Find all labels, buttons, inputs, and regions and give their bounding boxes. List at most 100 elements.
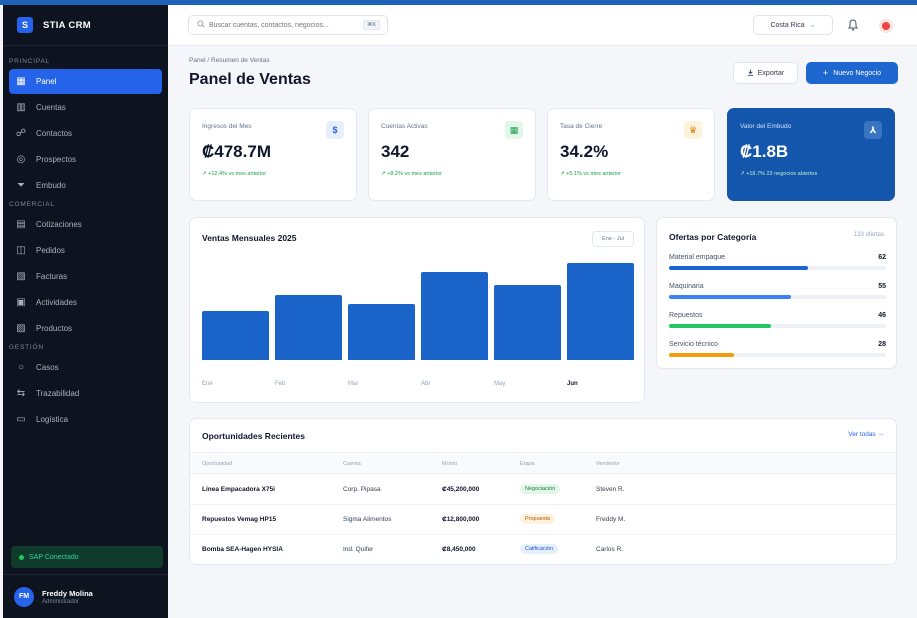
sidebar-item-cuentas[interactable]: ▥ Cuentas bbox=[9, 95, 162, 120]
offer-progress-track bbox=[669, 324, 886, 328]
bell-icon[interactable] bbox=[844, 16, 862, 34]
new-deal-button[interactable]: + Nuevo Negocio bbox=[806, 62, 898, 84]
amount-value: ₡45,200,000 bbox=[442, 486, 480, 493]
table-row[interactable]: Bomba SEA-Hagen HYSIA Ind. Quifer ₡8,450,0… bbox=[190, 535, 896, 565]
view-all-link[interactable]: Ver todas → bbox=[848, 431, 884, 438]
search-input[interactable] bbox=[209, 21, 359, 29]
route-icon: ⇆ bbox=[16, 388, 26, 399]
sidebar-item-cotizaciones[interactable]: ▤ Cotizaciones bbox=[9, 212, 162, 237]
search-shortcut: ⌘K bbox=[363, 20, 381, 30]
avatar: FM bbox=[14, 586, 34, 607]
export-label: Exportar bbox=[757, 69, 785, 77]
sidebar-item-productos[interactable]: ▨ Productos bbox=[9, 316, 162, 341]
sidebar-item-trazabilidad[interactable]: ⇆ Trazabilidad bbox=[9, 381, 162, 406]
x-tick-label: Jun bbox=[567, 381, 578, 387]
trophy-icon: ♛ bbox=[684, 121, 702, 139]
chart-bar[interactable] bbox=[348, 304, 415, 360]
building-icon: ▥ bbox=[16, 102, 26, 113]
kpi-delta: ↗ +18.7% 23 negocios abiertos bbox=[740, 171, 818, 177]
date-range-button[interactable]: Ene - Jul bbox=[592, 231, 634, 247]
topbar: ⌘K Costa Rica ⌄ bbox=[168, 5, 917, 46]
sidebar-item-logistica[interactable]: ▭ Logística bbox=[9, 407, 162, 432]
offer-row[interactable]: Material empaque 62 bbox=[669, 254, 886, 274]
x-tick-label: Mar bbox=[348, 381, 359, 387]
company-select[interactable]: Costa Rica ⌄ bbox=[753, 15, 833, 35]
offer-name: Repuestos bbox=[669, 312, 703, 319]
x-tick-label: Abr bbox=[421, 381, 431, 387]
offer-name: Maquinaria bbox=[669, 283, 704, 290]
kpi-card[interactable]: Cuentas Activas 342 ↗ +8.2% vs mes anterio… bbox=[368, 108, 536, 201]
dollar-icon: $ bbox=[326, 121, 344, 139]
kpi-card[interactable]: Valor del Embudo ₡1.8B ↗ +18.7% 23 negocio… bbox=[727, 108, 895, 201]
export-button[interactable]: Exportar bbox=[733, 62, 798, 84]
table-row[interactable]: Línea Empacadora X75i Corp. Pipasa ₡45,200… bbox=[190, 475, 896, 505]
kpi-label: Ingresos del Mes bbox=[202, 123, 252, 130]
sidebar-item-label: Casos bbox=[36, 363, 59, 372]
offer-count: 46 bbox=[878, 312, 886, 319]
sidebar-item-label: Pedidos bbox=[36, 246, 65, 255]
column-header: Vendedor bbox=[596, 461, 620, 467]
status-dot-icon bbox=[19, 554, 24, 560]
notification-dot-icon[interactable] bbox=[879, 19, 893, 33]
company-label: Costa Rica bbox=[770, 21, 805, 29]
sidebar-item-label: Embudo bbox=[36, 181, 66, 190]
sidebar-item-label: Actividades bbox=[36, 298, 77, 307]
kpi-label: Tasa de Cierre bbox=[560, 123, 603, 130]
sap-status-label: SAP Conectado bbox=[29, 553, 79, 561]
kpi-delta: ↗ +5.1% vs mes anterior bbox=[560, 171, 622, 177]
chart-bar[interactable] bbox=[494, 285, 561, 360]
sap-status-badge: SAP Conectado bbox=[11, 546, 163, 568]
seller-name: Carlos R. bbox=[596, 546, 624, 553]
chart-title: Ventas Mensuales 2025 bbox=[202, 233, 297, 243]
brand[interactable]: S STIA CRM bbox=[3, 5, 168, 46]
sidebar-item-label: Productos bbox=[36, 324, 73, 333]
chart-bar[interactable] bbox=[202, 311, 269, 360]
user-name: Freddy Molina bbox=[42, 588, 93, 598]
opportunity-name: Repuestos Vemag HP15 bbox=[202, 516, 277, 523]
chart-bar[interactable] bbox=[421, 272, 488, 360]
column-header: Cuenta bbox=[343, 461, 361, 467]
kpi-label: Valor del Embudo bbox=[740, 123, 792, 130]
offer-progress-track bbox=[669, 353, 886, 357]
x-tick-label: May bbox=[494, 381, 506, 387]
user-profile[interactable]: FM Freddy Molina Administrador bbox=[3, 574, 168, 618]
offer-progress-fill bbox=[669, 266, 808, 270]
offer-name: Servicio técnico bbox=[669, 341, 719, 348]
kpi-delta: ↗ +12.4% vs mes anterior bbox=[202, 171, 267, 177]
offer-row[interactable]: Repuestos 46 bbox=[669, 312, 886, 332]
circle-icon: ○ bbox=[17, 362, 25, 373]
search-box[interactable]: ⌘K bbox=[188, 15, 388, 35]
sidebar-item-actividades[interactable]: ▣ Actividades bbox=[9, 290, 162, 315]
sidebar-item-casos[interactable]: ○ Casos bbox=[9, 355, 162, 380]
calendar-icon: ▣ bbox=[16, 297, 26, 308]
kpi-card[interactable]: Tasa de Cierre 34.2% ↗ +5.1% vs mes anteri… bbox=[547, 108, 715, 201]
offer-row[interactable]: Servicio técnico 28 bbox=[669, 341, 886, 361]
offer-name: Material empaque bbox=[669, 254, 726, 261]
offer-count: 62 bbox=[878, 254, 886, 261]
offer-progress-track bbox=[669, 266, 886, 270]
opportunities-title: Oportunidades Recientes bbox=[202, 431, 305, 441]
chart-bar[interactable] bbox=[567, 263, 634, 360]
target-icon: ◎ bbox=[16, 154, 26, 165]
chart-bar[interactable] bbox=[275, 295, 342, 360]
sidebar-item-prospectos[interactable]: ◎ Prospectos bbox=[9, 147, 162, 172]
column-header: Monto bbox=[442, 461, 458, 467]
sidebar-item-panel[interactable]: ▦ Panel bbox=[9, 69, 162, 94]
sidebar-item-label: Cuentas bbox=[36, 103, 66, 112]
offer-row[interactable]: Maquinaria 55 bbox=[669, 283, 886, 303]
kpi-card[interactable]: Ingresos del Mes ₡478.7M ↗ +12.4% vs mes a… bbox=[189, 108, 357, 201]
offer-progress-fill bbox=[669, 353, 735, 357]
sidebar-item-facturas[interactable]: ▧ Facturas bbox=[9, 264, 162, 289]
table-row[interactable]: Repuestos Vemag HP15 Sigma Alimentos ₡12,8… bbox=[190, 505, 896, 535]
grid-icon: ▦ bbox=[16, 76, 26, 87]
offers-card: Ofertas por Categoría 133 ofertas Materi… bbox=[656, 217, 897, 369]
account-name: Sigma Alimentos bbox=[343, 516, 392, 523]
sidebar-item-pedidos[interactable]: ◫ Pedidos bbox=[9, 238, 162, 263]
cart-icon: ◫ bbox=[16, 245, 26, 256]
bar-plot bbox=[202, 258, 634, 360]
document-icon: ▤ bbox=[16, 219, 26, 230]
building-icon: ▦ bbox=[505, 121, 523, 139]
sidebar-item-contactos[interactable]: ☍ Contactos bbox=[9, 121, 162, 146]
sidebar-item-embudo[interactable]: ⏷ Embudo bbox=[9, 173, 162, 198]
offers-total: 133 ofertas bbox=[853, 232, 884, 238]
